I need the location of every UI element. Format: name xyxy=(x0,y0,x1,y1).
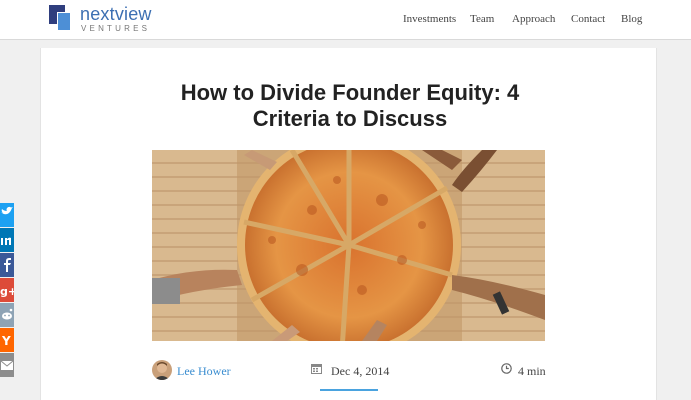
nextview-logo[interactable]: nextview VENTURES xyxy=(47,4,167,34)
svg-text:Y: Y xyxy=(1,334,11,348)
clock-icon xyxy=(501,363,512,374)
logo-wordmark: nextview xyxy=(80,4,152,24)
author-link[interactable]: Lee Hower xyxy=(177,364,231,379)
nav-blog[interactable]: Blog xyxy=(621,13,642,25)
email-icon[interactable] xyxy=(0,353,14,377)
nav-team[interactable]: Team xyxy=(470,13,494,25)
linkedin-icon[interactable] xyxy=(0,228,14,252)
calendar-icon xyxy=(311,364,322,374)
twitter-icon[interactable] xyxy=(0,203,14,227)
hero-image xyxy=(152,150,545,341)
read-time: 4 min xyxy=(518,364,546,378)
date-underline xyxy=(320,389,378,391)
publish-date: Dec 4, 2014 xyxy=(331,364,390,378)
logo-mark-icon xyxy=(47,4,73,33)
facebook-icon[interactable] xyxy=(0,253,14,277)
google-plus-icon[interactable]: g+ xyxy=(0,278,14,302)
logo-subtitle: VENTURES xyxy=(81,24,151,33)
reddit-icon[interactable] xyxy=(0,303,14,327)
author-avatar[interactable] xyxy=(152,360,172,380)
article-title: How to Divide Founder Equity: 4 Criteria… xyxy=(180,80,520,131)
site-header: nextview VENTURES Investments Team Appro… xyxy=(0,0,691,40)
hacker-news-icon[interactable]: Y xyxy=(0,328,14,352)
nav-approach[interactable]: Approach xyxy=(512,13,555,25)
nav-investments[interactable]: Investments xyxy=(403,13,456,25)
svg-text:g+: g+ xyxy=(0,285,14,298)
nav-contact[interactable]: Contact xyxy=(571,13,605,25)
